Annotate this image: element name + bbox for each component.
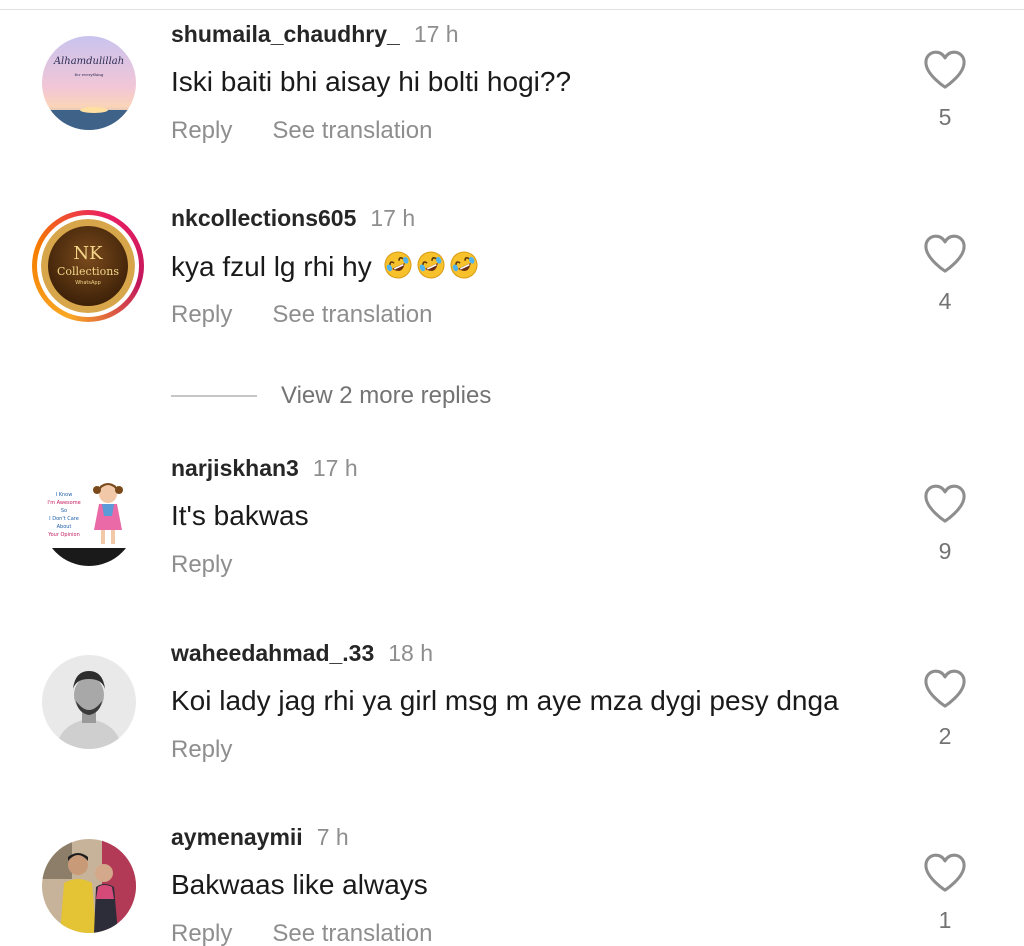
view-more-replies-label: View 2 more replies [281, 382, 492, 409]
avatar: NK Collections WhatsApp [41, 219, 135, 313]
avatar-quote-line: Your Opinion [47, 532, 80, 538]
comment-text: Bakwaas like always [171, 869, 428, 900]
comment-item: Alhamdulillah for everything shumaila_ch… [0, 0, 1024, 160]
avatar-brand-text: NK [73, 243, 103, 264]
comment-time: 17 h [413, 21, 459, 47]
avatar[interactable]: I Know I'm Awesome So I Don't Care About… [42, 472, 136, 566]
rolling-on-floor-laughing-emoji [384, 251, 412, 279]
heart-icon [924, 234, 966, 273]
like-button[interactable]: 5 [920, 48, 970, 131]
avatar[interactable]: Alhamdulillah for everything [42, 36, 136, 130]
comment-text: kya fzul lg rhi hy [171, 250, 479, 283]
comment-text: Iski baiti bhi aisay hi bolti hogi?? [171, 66, 572, 97]
see-translation-button[interactable]: See translation [272, 301, 432, 329]
avatar-brand-subtext: Collections [57, 265, 119, 278]
reply-button[interactable]: Reply [171, 301, 232, 329]
heart-icon [924, 50, 966, 89]
avatar-quote-line: I'm Awesome [47, 500, 80, 506]
avatar-quote-line: I Know [56, 492, 73, 498]
heart-icon [924, 669, 966, 708]
like-button[interactable]: 1 [920, 851, 970, 934]
comment-username[interactable]: aymenaymii [171, 824, 303, 850]
avatar-brand-small: WhatsApp [75, 280, 101, 286]
rolling-on-floor-laughing-emoji [450, 251, 478, 279]
reply-button[interactable]: Reply [171, 920, 232, 946]
comment-username[interactable]: shumaila_chaudhry_ [171, 21, 400, 47]
comment-text: Koi lady jag rhi ya girl msg m aye mza d… [171, 685, 839, 716]
like-button[interactable]: 9 [920, 482, 970, 565]
avatar-quote-line: About [57, 524, 72, 530]
comment-time: 17 h [312, 455, 358, 481]
comment-time: 18 h [388, 640, 434, 666]
like-button[interactable]: 4 [920, 232, 970, 315]
reply-button[interactable]: Reply [171, 117, 232, 145]
emoji-group [380, 251, 479, 282]
comment-time: 7 h [316, 824, 349, 850]
like-count: 4 [938, 288, 952, 314]
comment-item: NK Collections WhatsApp nkcollections605… [0, 184, 1024, 344]
avatar-script-subtext: for everything [75, 72, 104, 77]
avatar-quote-line: I Don't Care [49, 516, 79, 522]
comment-username[interactable]: narjiskhan3 [171, 455, 299, 481]
avatar-script-text: Alhamdulillah [53, 56, 124, 67]
comment-item: aymenaymii 7 h Bakwaas like always Reply S… [0, 803, 1024, 946]
like-count: 1 [938, 907, 952, 933]
comment-time: 17 h [370, 205, 416, 231]
comment-username[interactable]: waheedahmad_.33 [171, 640, 374, 666]
avatar-story-ring[interactable]: NK Collections WhatsApp [32, 210, 144, 322]
avatar[interactable] [42, 655, 136, 749]
replies-divider-line [171, 395, 257, 397]
comment-text: It's bakwas [171, 500, 309, 531]
comment-item: I Know I'm Awesome So I Don't Care About… [0, 434, 1024, 594]
see-translation-button[interactable]: See translation [272, 117, 432, 145]
view-more-replies-button[interactable]: View 2 more replies [171, 382, 491, 412]
rolling-on-floor-laughing-emoji [417, 251, 445, 279]
like-button[interactable]: 2 [920, 667, 970, 750]
reply-button[interactable]: Reply [171, 736, 232, 764]
heart-icon [924, 484, 966, 523]
like-count: 2 [938, 723, 952, 749]
comment-username[interactable]: nkcollections605 [171, 205, 356, 231]
avatar-quote-line: So [61, 508, 67, 514]
avatar[interactable] [42, 839, 136, 933]
like-count: 5 [938, 104, 952, 130]
comment-text-content: kya fzul lg rhi hy [171, 251, 372, 282]
reply-button[interactable]: Reply [171, 551, 232, 579]
like-count: 9 [938, 538, 952, 564]
heart-icon [924, 853, 966, 892]
comment-item: waheedahmad_.33 18 h Koi lady jag rhi ya … [0, 619, 1024, 779]
see-translation-button[interactable]: See translation [272, 920, 432, 946]
